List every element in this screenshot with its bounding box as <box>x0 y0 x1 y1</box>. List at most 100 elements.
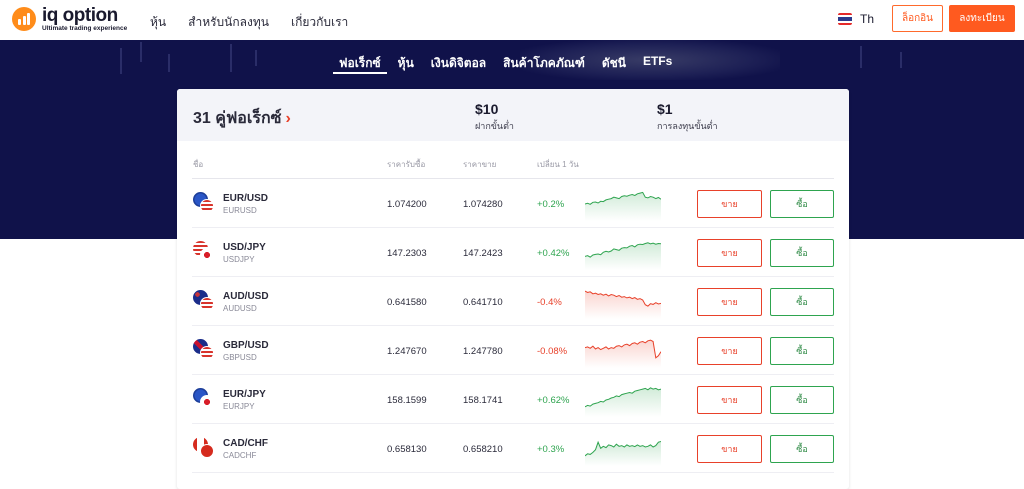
table-row: AUD/USD AUDUSD 0.641580 0.641710 -0.4% ขาย ซื้… <box>192 277 834 326</box>
column-header-sell-price: ราคาขาย <box>463 160 497 169</box>
min-deposit-stat: $10 ฝากขั้นต่ำ <box>475 101 514 133</box>
language-label: Th <box>860 12 875 26</box>
flag-jpy-icon <box>200 395 214 409</box>
column-header-name: ชื่อ <box>193 160 204 169</box>
top-nav: iq option Ultimate trading experience หุ… <box>0 0 1024 40</box>
pair-code: USDJPY <box>223 255 255 264</box>
sell-button[interactable]: ขาย <box>697 190 762 218</box>
min-invest-label: การลงทุนขั้นต่ำ <box>657 121 718 131</box>
flag-jpy-icon <box>200 248 214 262</box>
currency-flags-icon <box>192 289 216 313</box>
thai-flag-icon <box>838 13 852 25</box>
flag-usd-icon <box>200 199 214 213</box>
sparkline-chart <box>585 290 661 319</box>
tab-forex[interactable]: ฟอเร็กซ์ <box>333 54 387 74</box>
column-header-change: เปลี่ยน 1 วัน <box>537 160 579 169</box>
brand-tagline: Ultimate trading experience <box>42 25 128 32</box>
card-header: 31 คู่ฟอเร็กซ์ › $10 ฝากขั้นต่ำ $1 การลงท… <box>177 89 849 141</box>
pair-code: AUDUSD <box>223 304 257 313</box>
tab-commodities[interactable]: สินค้าโภคภัณฑ์ <box>497 54 591 74</box>
chevron-right-icon: › <box>285 110 291 127</box>
register-button[interactable]: ลงทะเบียน <box>949 5 1015 32</box>
table-row: GBP/USD GBPUSD 1.247670 1.247780 -0.08% ขาย ซื… <box>192 326 834 375</box>
daily-change: +0.62% <box>537 395 570 406</box>
currency-flags-icon <box>192 387 216 411</box>
tab-crypto[interactable]: เงินดิจิตอล <box>425 54 492 74</box>
sell-button[interactable]: ขาย <box>697 386 762 414</box>
pair-code: EURJPY <box>223 402 255 411</box>
ask-price: 147.2423 <box>463 248 503 259</box>
pair-code: EURUSD <box>223 206 257 215</box>
pair-name[interactable]: CAD/CHF <box>223 438 268 449</box>
ask-price: 158.1741 <box>463 395 503 406</box>
table-row: EUR/USD EURUSD 1.074200 1.074280 +0.2% ขาย ซื้… <box>192 179 834 228</box>
sell-button[interactable]: ขาย <box>697 239 762 267</box>
buy-button[interactable]: ซื้อ <box>770 337 834 365</box>
forex-card: 31 คู่ฟอเร็กซ์ › $10 ฝากขั้นต่ำ $1 การลงท… <box>177 89 849 489</box>
logo-bars-icon <box>12 7 36 32</box>
flag-usd-icon <box>200 297 214 311</box>
sparkline-chart <box>585 387 661 417</box>
tab-stocks[interactable]: หุ้น <box>392 54 420 74</box>
pair-name[interactable]: GBP/USD <box>223 340 269 351</box>
ask-price: 1.074280 <box>463 199 503 210</box>
min-invest-stat: $1 การลงทุนขั้นต่ำ <box>657 101 718 133</box>
table-row: CAD/CHF CADCHF 0.658130 0.658210 +0.3% ขาย ซื้… <box>192 424 834 473</box>
sparkline-chart <box>585 191 661 221</box>
sparkline-chart <box>585 339 661 368</box>
daily-change: +0.2% <box>537 199 565 210</box>
nav-links: หุ้น สำหรับนักลงทุน เกี่ยวกับเรา <box>150 13 348 32</box>
pair-name[interactable]: USD/JPY <box>223 242 266 253</box>
daily-change: -0.4% <box>537 297 562 308</box>
tab-etfs[interactable]: ETFs <box>637 54 678 74</box>
sparkline-area <box>585 242 661 270</box>
pair-name[interactable]: AUD/USD <box>223 291 269 302</box>
language-selector[interactable]: Th <box>838 12 874 26</box>
brand-name: iq option <box>42 5 118 26</box>
sell-button[interactable]: ขาย <box>697 435 762 463</box>
sparkline-chart <box>585 440 661 466</box>
bid-price: 0.658130 <box>387 444 427 455</box>
brand-logo[interactable]: iq option Ultimate trading experience <box>12 6 127 33</box>
bid-price: 1.247670 <box>387 346 427 357</box>
sell-button[interactable]: ขาย <box>697 337 762 365</box>
column-header-buy-price: ราคารับซื้อ <box>387 160 426 169</box>
buy-button[interactable]: ซื้อ <box>770 288 834 316</box>
pairs-count-link[interactable]: 31 คู่ฟอเร็กซ์ › <box>193 106 291 131</box>
sparkline-area <box>585 340 661 368</box>
pair-code: GBPUSD <box>223 353 257 362</box>
buy-button[interactable]: ซื้อ <box>770 190 834 218</box>
flag-chf-icon <box>200 444 214 458</box>
currency-flags-icon <box>192 338 216 362</box>
currency-flags-icon <box>192 191 216 215</box>
currency-flags-icon <box>192 240 216 264</box>
ask-price: 0.641710 <box>463 297 503 308</box>
table-row: EUR/JPY EURJPY 158.1599 158.1741 +0.62% ขาย ซื… <box>192 375 834 424</box>
flag-usd-icon <box>200 346 214 360</box>
buy-button[interactable]: ซื้อ <box>770 239 834 267</box>
pair-name[interactable]: EUR/JPY <box>223 389 266 400</box>
sell-button[interactable]: ขาย <box>697 288 762 316</box>
tab-indices[interactable]: ดัชนี <box>596 54 632 74</box>
bid-price: 1.074200 <box>387 199 427 210</box>
pair-code: CADCHF <box>223 451 257 460</box>
min-deposit-value: $10 <box>475 101 499 117</box>
login-button[interactable]: ล็อกอิน <box>892 5 943 32</box>
sparkline-chart <box>585 242 661 270</box>
pair-name[interactable]: EUR/USD <box>223 193 268 204</box>
pairs-count-label: 31 คู่ฟอเร็กซ์ <box>193 110 282 127</box>
sparkline-area <box>585 387 661 417</box>
min-invest-value: $1 <box>657 101 673 117</box>
daily-change: +0.3% <box>537 444 565 455</box>
daily-change: -0.08% <box>537 346 568 357</box>
buy-button[interactable]: ซื้อ <box>770 386 834 414</box>
nav-link-stocks[interactable]: หุ้น <box>150 13 166 32</box>
asset-tabs: ฟอเร็กซ์ หุ้น เงินดิจิตอล สินค้าโภคภัณฑ์… <box>333 54 683 74</box>
buy-button[interactable]: ซื้อ <box>770 435 834 463</box>
ask-price: 0.658210 <box>463 444 503 455</box>
nav-link-investors[interactable]: สำหรับนักลงทุน <box>188 13 269 32</box>
currency-flags-icon <box>192 436 216 460</box>
nav-link-about[interactable]: เกี่ยวกับเรา <box>291 13 348 32</box>
table-row: USD/JPY USDJPY 147.2303 147.2423 +0.42% ขาย ซื… <box>192 228 834 277</box>
min-deposit-label: ฝากขั้นต่ำ <box>475 121 514 131</box>
